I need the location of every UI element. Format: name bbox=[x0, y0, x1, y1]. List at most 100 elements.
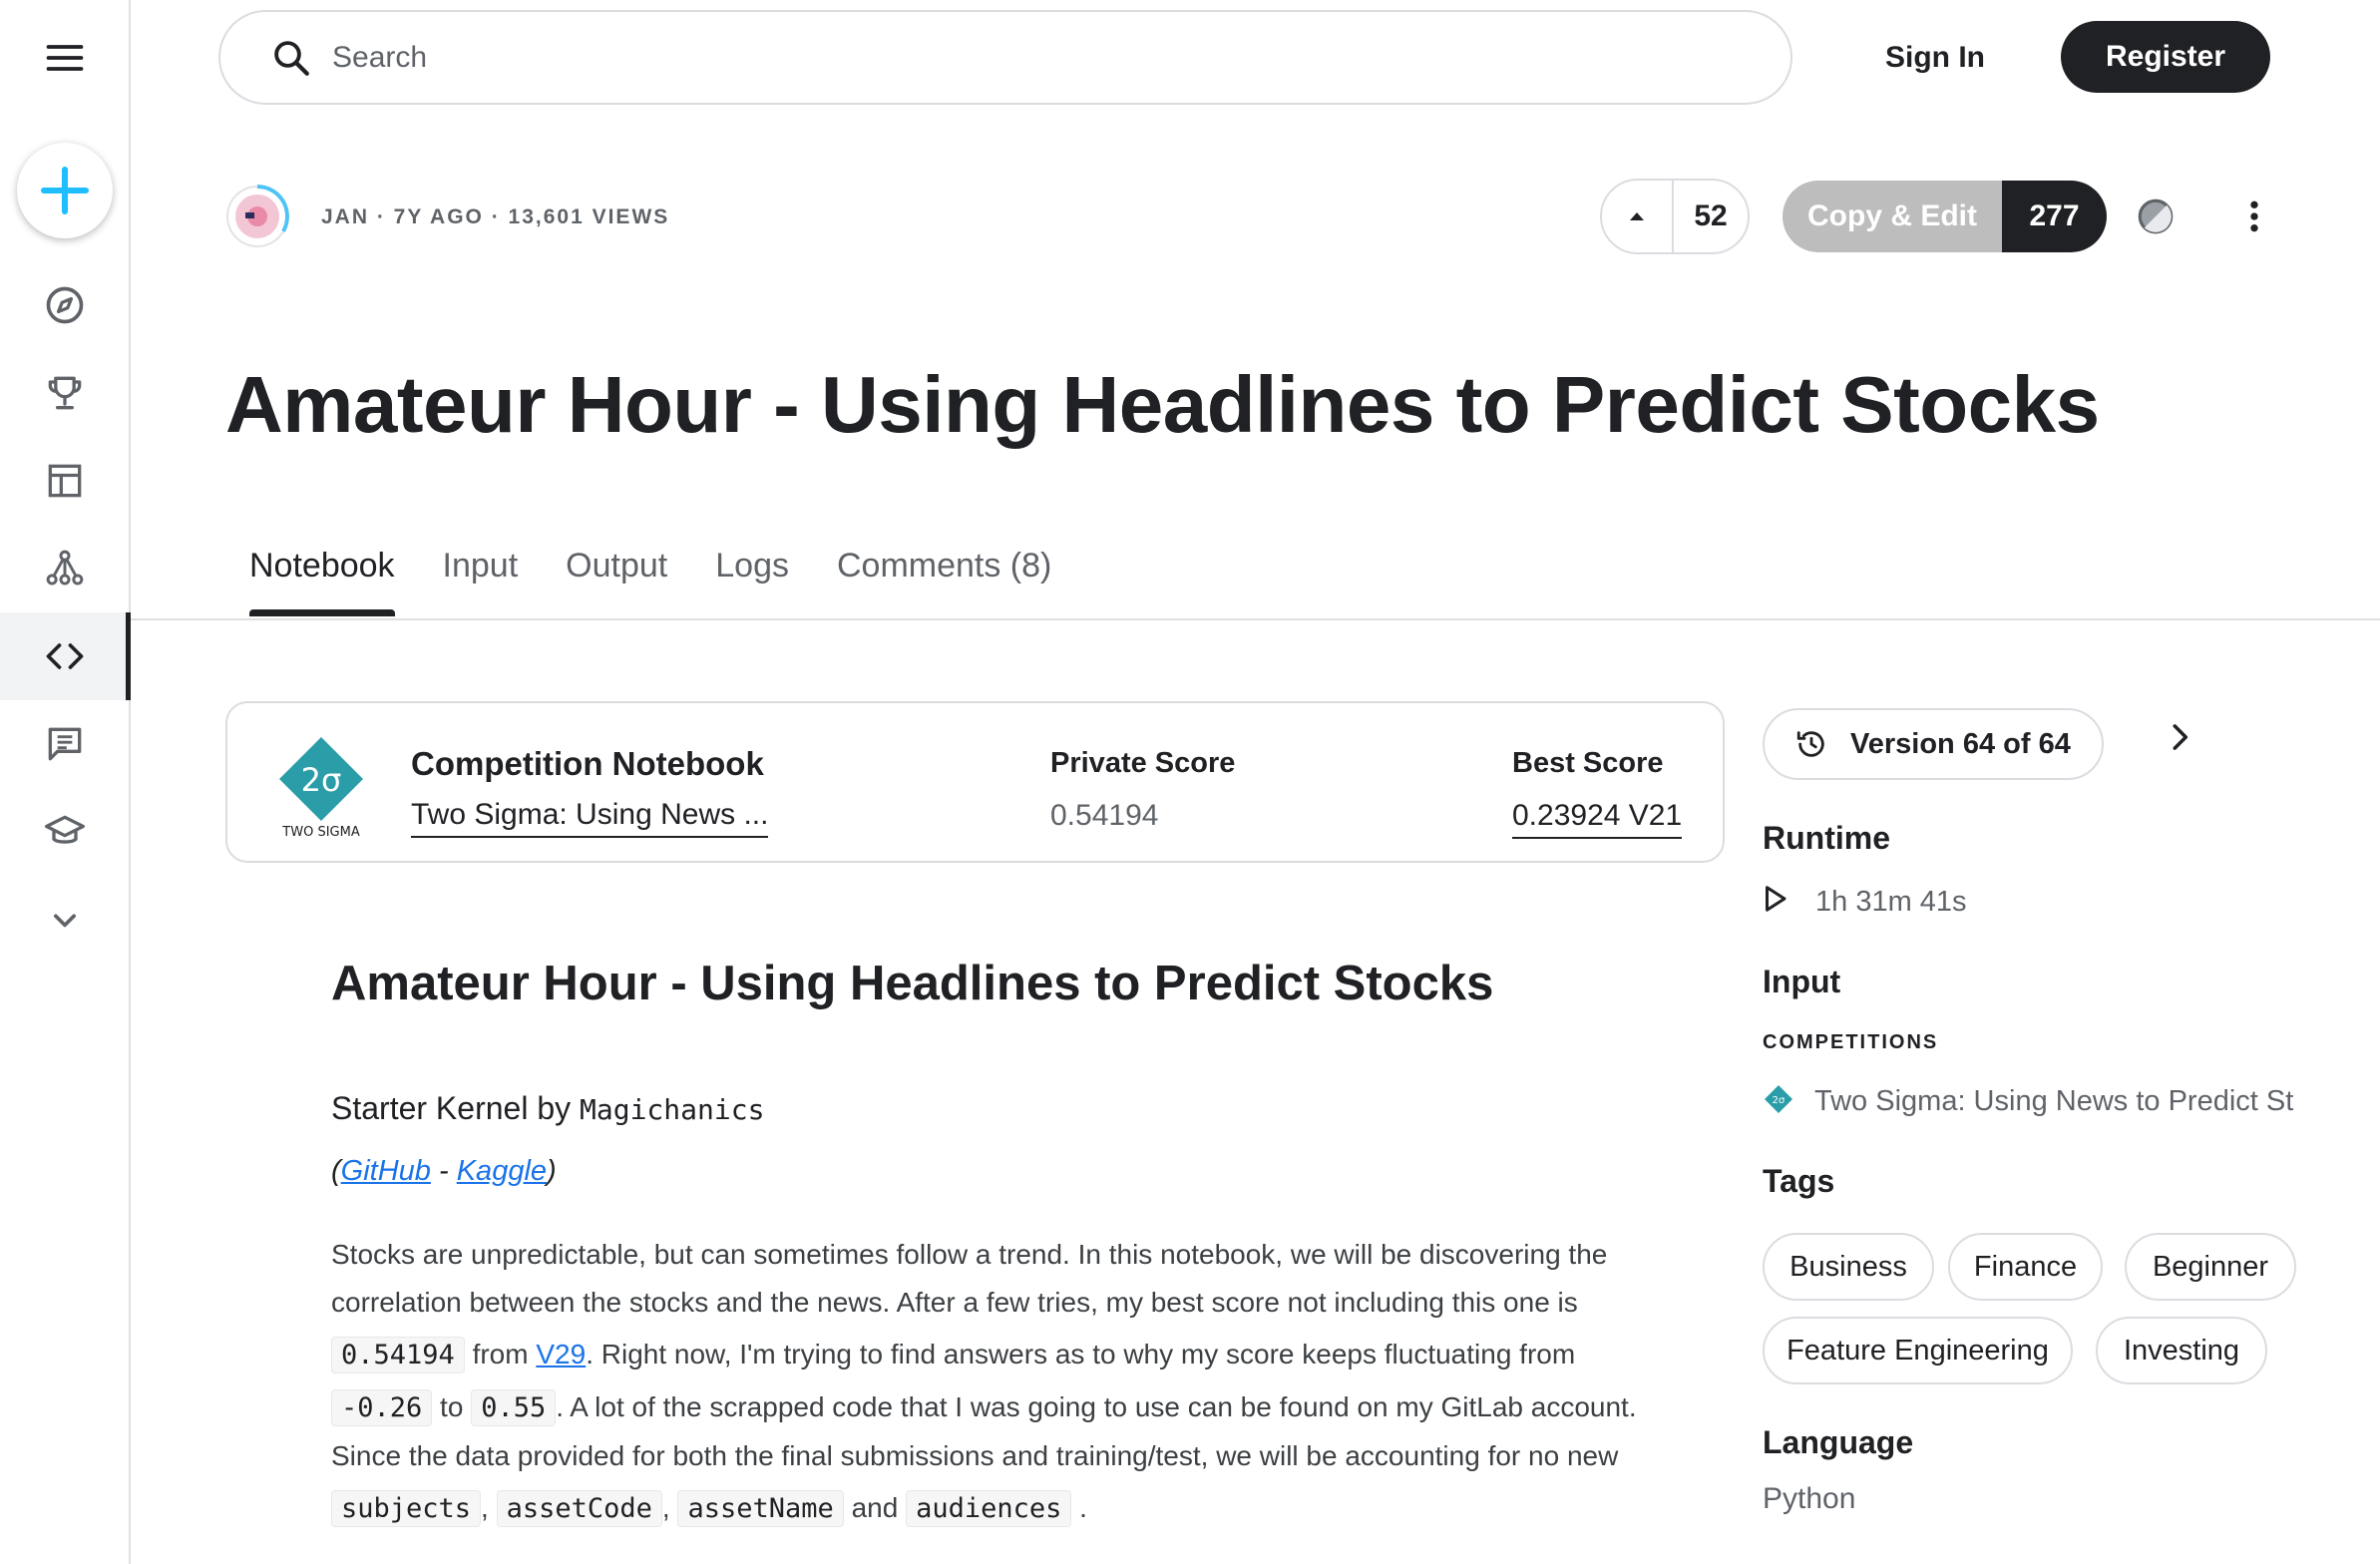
competition-link[interactable]: Two Sigma: Using News ... bbox=[411, 798, 769, 838]
input-heading: Input bbox=[1763, 964, 1841, 999]
inline-code-high: 0.55 bbox=[471, 1389, 557, 1426]
inline-code-audiences: audiences bbox=[906, 1490, 1072, 1527]
tab-logs[interactable]: Logs bbox=[691, 547, 813, 616]
caret-up-icon bbox=[1630, 212, 1644, 220]
input-competition-name[interactable]: Two Sigma: Using News to Predict St bbox=[1814, 1085, 2293, 1118]
best-score-label: Best Score bbox=[1512, 747, 1664, 779]
menu-icon bbox=[46, 45, 83, 71]
tab-input[interactable]: Input bbox=[419, 547, 543, 616]
search-icon bbox=[274, 40, 309, 76]
sidebar-item-datasets[interactable] bbox=[0, 437, 129, 525]
runtime-value: 1h 31m 41s bbox=[1815, 886, 1967, 918]
runtime-heading: Runtime bbox=[1763, 820, 1890, 856]
learn-icon bbox=[44, 815, 85, 844]
starter-prefix: Starter Kernel by bbox=[331, 1090, 580, 1126]
intro-paragraph: Stocks are unpredictable, but can someti… bbox=[331, 1231, 1768, 1533]
inline-code-score: 0.54194 bbox=[331, 1337, 465, 1373]
tab-output[interactable]: Output bbox=[542, 547, 691, 616]
inline-code-subjects: subjects bbox=[331, 1490, 482, 1527]
text-period: . bbox=[1071, 1492, 1087, 1523]
search-bar[interactable]: Search bbox=[218, 10, 1792, 105]
plus-icon bbox=[40, 166, 90, 215]
notebook-tabs: Notebook Input Output Logs Comments (8) bbox=[225, 547, 1075, 616]
sidebar-item-code[interactable] bbox=[0, 612, 131, 700]
two-sigma-logo[interactable]: 2σ TWO SIGMA bbox=[271, 731, 371, 841]
history-icon bbox=[1796, 731, 1824, 757]
links-separator: - bbox=[430, 1155, 457, 1187]
copy-edit-label[interactable]: Copy & Edit bbox=[1783, 181, 2002, 252]
text-comma-2: , bbox=[661, 1492, 678, 1523]
menu-button[interactable] bbox=[0, 14, 129, 102]
inline-code-low: -0.26 bbox=[331, 1389, 433, 1426]
paragraph-line-5: Since the data provided for both the fin… bbox=[331, 1440, 1619, 1471]
text-comma-1: , bbox=[481, 1492, 497, 1523]
inline-code-assetname: assetName bbox=[677, 1490, 844, 1527]
tab-comments[interactable]: Comments (8) bbox=[813, 547, 1075, 616]
sidebar-item-models[interactable] bbox=[0, 525, 129, 612]
create-button[interactable] bbox=[17, 143, 113, 238]
tags-heading: Tags bbox=[1763, 1163, 1835, 1199]
avatar[interactable] bbox=[225, 185, 289, 248]
sign-in-button[interactable]: Sign In bbox=[1857, 14, 2013, 102]
private-score-label: Private Score bbox=[1050, 747, 1236, 779]
paragraph-line-6: subjects, assetCode, assetName and audie… bbox=[331, 1484, 1768, 1533]
search-input[interactable]: Search bbox=[332, 41, 427, 75]
starter-author: Magichanics bbox=[580, 1093, 765, 1126]
sidebar-item-discussions[interactable] bbox=[0, 700, 129, 788]
v29-link[interactable]: V29 bbox=[536, 1339, 586, 1369]
github-link[interactable]: GitHub bbox=[341, 1155, 431, 1187]
tag-investing[interactable]: Investing bbox=[2096, 1317, 2267, 1384]
language-value: Python bbox=[1763, 1482, 1856, 1515]
chevron-right-icon[interactable] bbox=[2161, 718, 2198, 756]
starter-kernel-line: Starter Kernel by Magichanics bbox=[331, 1090, 764, 1127]
discussion-icon bbox=[48, 727, 81, 761]
copy-edit-count: 277 bbox=[2002, 181, 2107, 252]
upvote-button[interactable] bbox=[1602, 181, 1674, 252]
trophy-icon bbox=[48, 376, 81, 410]
private-score-value: 0.54194 bbox=[1050, 799, 1159, 832]
tag-feature-engineering[interactable]: Feature Engineering bbox=[1763, 1317, 2073, 1384]
text-to: to bbox=[432, 1391, 472, 1422]
notebook-heading: Amateur Hour - Using Headlines to Predic… bbox=[331, 957, 1494, 1010]
links-close-paren: ) bbox=[547, 1155, 557, 1187]
version-label: Version 64 of 64 bbox=[1850, 727, 2071, 760]
text-from: from bbox=[464, 1339, 537, 1369]
input-competition-item[interactable]: 2σ Two Sigma: Using News to Predict St bbox=[1763, 1083, 2321, 1119]
competition-card: 2σ TWO SIGMA Competition Notebook Two Si… bbox=[225, 701, 1725, 863]
copy-edit-button[interactable]: Copy & Edit 277 bbox=[1783, 181, 2107, 252]
sidebar-item-competitions[interactable] bbox=[0, 349, 129, 437]
author-meta: JAN · 7Y AGO · 13,601 VIEWS bbox=[321, 205, 670, 228]
tag-beginner[interactable]: Beginner bbox=[2125, 1233, 2296, 1301]
kaggle-link[interactable]: Kaggle bbox=[457, 1155, 547, 1187]
compass-icon bbox=[46, 286, 83, 324]
best-score-link[interactable]: 0.23924 V21 bbox=[1512, 799, 1683, 839]
tag-finance[interactable]: Finance bbox=[1948, 1233, 2103, 1301]
register-button[interactable]: Register bbox=[2061, 21, 2270, 93]
paragraph-line-2: correlation between the stocks and the n… bbox=[331, 1287, 1578, 1318]
play-icon bbox=[1766, 886, 1786, 912]
tag-business[interactable]: Business bbox=[1763, 1233, 1934, 1301]
code-icon bbox=[46, 643, 83, 669]
sidebar-item-learn[interactable] bbox=[0, 788, 129, 876]
version-button[interactable]: Version 64 of 64 bbox=[1763, 708, 2104, 780]
competitions-caption: COMPETITIONS bbox=[1763, 1031, 1939, 1053]
paragraph-line-3-rest: . Right now, I'm trying to find answers … bbox=[586, 1339, 1576, 1369]
language-heading: Language bbox=[1763, 1424, 1914, 1460]
sidebar-more-button[interactable] bbox=[0, 876, 129, 964]
tabs-divider bbox=[131, 618, 2380, 620]
left-sidebar bbox=[0, 0, 131, 1564]
page-title: Amateur Hour - Using Headlines to Predic… bbox=[225, 360, 2100, 449]
theme-toggle-icon[interactable] bbox=[2135, 196, 2177, 237]
more-options-icon[interactable] bbox=[2234, 196, 2274, 237]
competition-heading: Competition Notebook bbox=[411, 745, 764, 782]
vote-count: 52 bbox=[1694, 199, 1728, 232]
links-open-paren: ( bbox=[331, 1155, 341, 1187]
logo-caption: TWO SIGMA bbox=[281, 825, 360, 840]
text-and: and bbox=[843, 1492, 907, 1523]
paragraph-line-1: Stocks are unpredictable, but can someti… bbox=[331, 1239, 1608, 1270]
competition-thumbnail-icon: 2σ bbox=[1765, 1085, 1792, 1113]
table-icon bbox=[48, 464, 81, 498]
sidebar-item-home[interactable] bbox=[0, 261, 129, 349]
inline-code-assetcode: assetCode bbox=[496, 1490, 662, 1527]
tab-notebook[interactable]: Notebook bbox=[225, 547, 419, 616]
